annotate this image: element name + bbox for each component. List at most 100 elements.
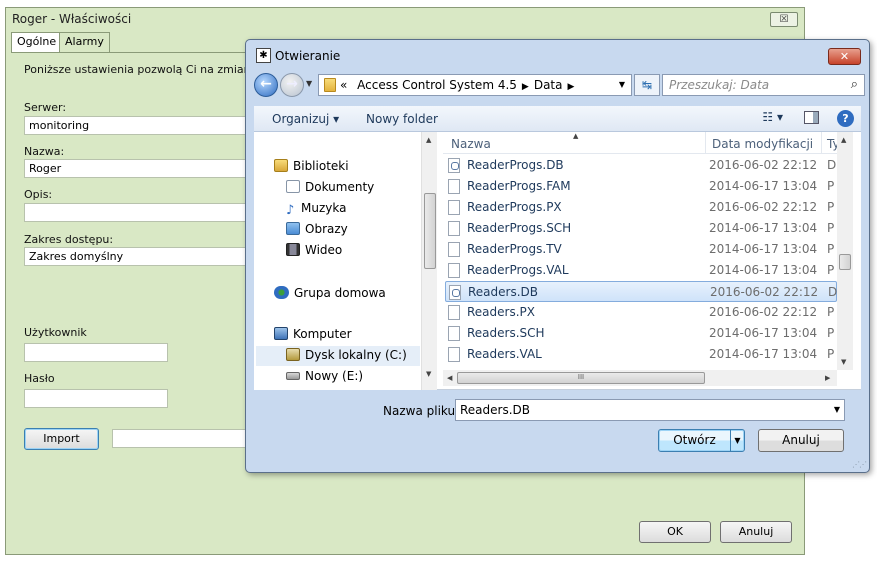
file-row[interactable]: Readers.SCH 2014-06-17 13:04 P bbox=[445, 323, 837, 344]
filename-input[interactable]: Readers.DB ▼ bbox=[455, 399, 845, 421]
file-row[interactable]: ReaderProgs.SCH 2014-06-17 13:04 P bbox=[445, 218, 837, 239]
file-row[interactable]: ReaderProgs.FAM 2014-06-17 13:04 P bbox=[445, 176, 837, 197]
dialog-app-icon: ✱ bbox=[256, 48, 271, 63]
file-icon bbox=[448, 347, 460, 362]
scroll-up-icon[interactable]: ▲ bbox=[426, 136, 431, 144]
address-bar[interactable]: « Access Control System 4.5 ▶ Data ▶ ▼ bbox=[318, 74, 632, 96]
file-list: Nazwa ▲ Data modyfikacji Ty ReaderProgs.… bbox=[443, 132, 853, 390]
scroll-down-icon[interactable]: ▼ bbox=[841, 358, 846, 366]
column-modified[interactable]: Data modyfikacji bbox=[712, 137, 813, 151]
nav-item-wideo[interactable]: Wideo bbox=[286, 243, 342, 257]
dialog-close-button[interactable]: ✕ bbox=[828, 48, 861, 65]
scroll-left-icon[interactable]: ◀ bbox=[447, 374, 452, 382]
import-button[interactable]: Import bbox=[24, 428, 99, 450]
file-date: 2016-06-02 22:12 bbox=[710, 285, 819, 299]
nav-item-biblioteki[interactable]: Biblioteki bbox=[274, 159, 349, 173]
file-row[interactable]: Readers.VAL 2014-06-17 13:04 P bbox=[445, 344, 837, 365]
chevron-right-icon[interactable]: ▶ bbox=[522, 82, 529, 92]
file-row[interactable]: ReaderProgs.DB 2016-06-02 22:12 D bbox=[445, 155, 837, 176]
server-field[interactable]: monitoring bbox=[24, 116, 259, 135]
chevron-right-icon[interactable]: ▶ bbox=[567, 82, 574, 92]
nav-item-dysk-lokalny[interactable]: Dysk lokalny (C:) bbox=[256, 346, 420, 366]
nav-item-obrazy[interactable]: Obrazy bbox=[286, 222, 348, 236]
file-list-vertical-scrollbar[interactable]: ▲ ▼ bbox=[837, 132, 853, 370]
file-name: ReaderProgs.DB bbox=[467, 158, 564, 172]
new-folder-button[interactable]: Nowy folder bbox=[366, 112, 438, 126]
preview-pane-button[interactable] bbox=[804, 111, 819, 125]
column-divider[interactable] bbox=[821, 132, 822, 154]
nav-item-dokumenty[interactable]: Dokumenty bbox=[286, 180, 374, 194]
column-name[interactable]: Nazwa bbox=[451, 137, 491, 151]
nav-label: Biblioteki bbox=[293, 159, 349, 173]
address-dropdown-icon[interactable]: ▼ bbox=[619, 75, 625, 95]
breadcrumb-item-data[interactable]: Data bbox=[534, 78, 563, 92]
tab-ogolne[interactable]: Ogólne bbox=[11, 32, 63, 53]
forward-button[interactable]: → bbox=[280, 73, 304, 97]
dialog-cancel-button[interactable]: Anuluj bbox=[758, 429, 844, 452]
file-type: P bbox=[827, 179, 835, 193]
file-row[interactable]: Readers.DB 2016-06-02 22:12 D bbox=[445, 281, 837, 302]
file-row[interactable]: ReaderProgs.TV 2014-06-17 13:04 P bbox=[445, 239, 837, 260]
library-icon bbox=[274, 159, 288, 172]
open-file-dialog: ✱ Otwieranie ✕ ← → ▼ « Access Control Sy… bbox=[245, 39, 870, 473]
organize-button[interactable]: Organizuj ▾ bbox=[272, 112, 339, 126]
ok-button[interactable]: OK bbox=[639, 521, 711, 543]
filename-dropdown-icon[interactable]: ▼ bbox=[834, 400, 840, 420]
file-row[interactable]: ReaderProgs.PX 2016-06-02 22:12 P bbox=[445, 197, 837, 218]
recent-locations-dropdown-icon[interactable]: ▼ bbox=[306, 79, 312, 88]
name-field[interactable]: Roger bbox=[24, 159, 259, 178]
open-options-dropdown-icon[interactable]: ▼ bbox=[730, 430, 744, 451]
file-type: P bbox=[827, 305, 835, 319]
navigation-scrollbar[interactable]: ▲ ▼ bbox=[421, 132, 437, 390]
nav-item-muzyka[interactable]: ♪ Muzyka bbox=[286, 201, 346, 218]
resize-grip-icon[interactable]: ⋰⋰ bbox=[852, 460, 867, 469]
file-name: ReaderProgs.SCH bbox=[467, 221, 572, 235]
scroll-down-icon[interactable]: ▼ bbox=[426, 370, 431, 378]
nav-item-komputer[interactable]: Komputer bbox=[274, 327, 352, 341]
scrollbar-thumb[interactable]: III bbox=[457, 372, 705, 384]
tab-alarmy[interactable]: Alarmy bbox=[59, 32, 110, 52]
breadcrumb-prefix[interactable]: « bbox=[340, 78, 347, 92]
nav-label: Dokumenty bbox=[305, 180, 375, 194]
nav-item-grupa-domowa[interactable]: Grupa domowa bbox=[274, 286, 386, 300]
nav-label: Obrazy bbox=[305, 222, 348, 236]
search-placeholder: Przeszukaj: Data bbox=[669, 78, 770, 92]
file-row[interactable]: Readers.PX 2016-06-02 22:12 P bbox=[445, 302, 837, 323]
open-button[interactable]: Otwórz ▼ bbox=[658, 429, 745, 452]
name-label: Nazwa: bbox=[24, 145, 65, 158]
help-button[interactable]: ? bbox=[837, 110, 854, 127]
access-scope-select[interactable]: Zakres domyślny bbox=[24, 247, 259, 266]
roger-window-title: Roger - Właściwości bbox=[12, 12, 132, 26]
open-label: Otwórz bbox=[673, 433, 716, 447]
back-button[interactable]: ← bbox=[254, 73, 278, 97]
breadcrumb-item-acs[interactable]: Access Control System 4.5 bbox=[357, 78, 517, 92]
scrollbar-thumb[interactable] bbox=[839, 254, 851, 270]
search-input[interactable]: Przeszukaj: Data ⌕ bbox=[662, 74, 865, 96]
roger-close-button[interactable]: ☒ bbox=[770, 12, 798, 27]
column-divider[interactable] bbox=[705, 132, 706, 154]
file-list-horizontal-scrollbar[interactable]: ◀ III ▶ bbox=[443, 370, 837, 386]
documents-icon bbox=[286, 180, 300, 193]
description-field[interactable] bbox=[24, 203, 259, 222]
access-scope-label: Zakres dostępu: bbox=[24, 233, 114, 246]
password-field[interactable] bbox=[24, 389, 168, 408]
scroll-right-icon[interactable]: ▶ bbox=[825, 374, 830, 382]
nav-label: Wideo bbox=[305, 243, 343, 257]
import-path-field[interactable] bbox=[112, 429, 259, 448]
filename-label: Nazwa pliku: bbox=[383, 404, 460, 418]
scrollbar-thumb[interactable] bbox=[424, 193, 436, 269]
roger-cancel-button[interactable]: Anuluj bbox=[720, 521, 792, 543]
refresh-button[interactable]: ↹ bbox=[634, 74, 660, 96]
views-button[interactable]: ☷ ▾ bbox=[762, 110, 783, 124]
file-name: Readers.VAL bbox=[467, 347, 542, 361]
file-row[interactable]: ReaderProgs.VAL 2014-06-17 13:04 P bbox=[445, 260, 837, 281]
column-headers: Nazwa ▲ Data modyfikacji Ty bbox=[443, 132, 840, 154]
user-field[interactable] bbox=[24, 343, 168, 362]
scroll-up-icon[interactable]: ▲ bbox=[841, 136, 846, 144]
database-file-icon bbox=[448, 158, 460, 173]
search-icon[interactable]: ⌕ bbox=[851, 75, 858, 95]
address-row: ← → ▼ « Access Control System 4.5 ▶ Data ▶ … bbox=[254, 73, 865, 99]
file-type: P bbox=[827, 347, 835, 361]
video-icon bbox=[286, 243, 300, 256]
nav-item-nowy-e[interactable]: Nowy (E:) bbox=[286, 369, 363, 383]
